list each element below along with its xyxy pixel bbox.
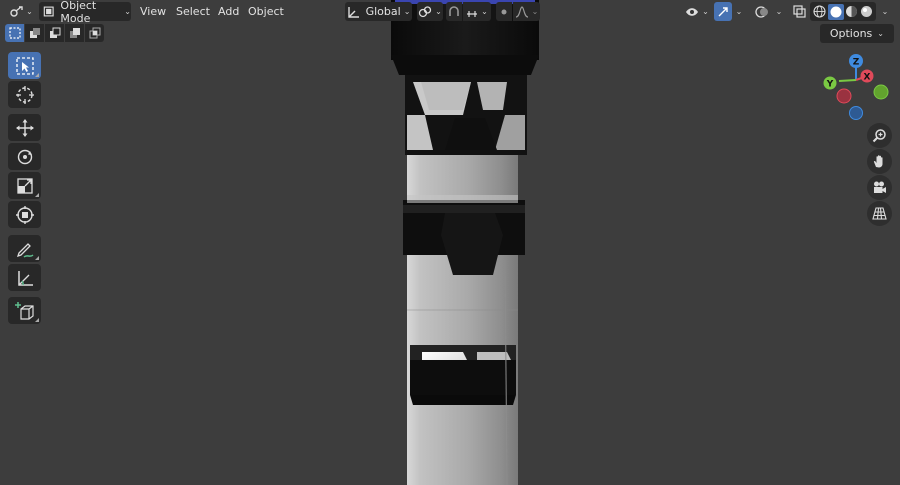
tool-move[interactable]	[8, 114, 41, 141]
select-intersect-button[interactable]	[85, 24, 104, 42]
menu-object[interactable]: Object	[248, 2, 284, 21]
gizmo-options[interactable]: ⌄	[733, 2, 745, 21]
editor-type-icon	[10, 5, 23, 17]
tool-measure[interactable]	[8, 264, 41, 291]
mode-selector[interactable]: Object Mode ⌄	[39, 0, 131, 25]
gizmo-neg-z-axis[interactable]	[849, 106, 863, 120]
camera-view-button[interactable]	[867, 175, 892, 200]
pan-button[interactable]	[867, 149, 892, 174]
proportional-editing-toggle[interactable]	[496, 2, 512, 21]
annotate-icon	[16, 242, 33, 258]
lightsaber-hilt-model[interactable]	[385, 0, 545, 485]
select-new-icon	[8, 27, 21, 39]
mode-label: Object Mode	[60, 0, 97, 25]
select-subtract-button[interactable]	[45, 24, 64, 42]
select-extend-button[interactable]	[25, 24, 44, 42]
object-mode-icon	[43, 6, 54, 17]
shading-options[interactable]: ⌄	[878, 2, 892, 21]
gizmo-neg-x-axis[interactable]	[836, 88, 852, 104]
zoom-button[interactable]	[867, 123, 892, 148]
cursor-icon	[15, 85, 34, 104]
shading-material-icon[interactable]	[845, 5, 858, 18]
measure-icon	[17, 270, 33, 286]
gizmo-icon	[718, 7, 728, 17]
editor-type-button[interactable]: ⌄	[6, 2, 36, 21]
transform-orientation-selector[interactable]: Global ⌄	[345, 2, 412, 21]
tool-transform[interactable]	[8, 201, 41, 228]
select-invert-icon	[69, 28, 80, 38]
options-label: Options	[829, 27, 873, 40]
overlay-toggle[interactable]	[752, 2, 772, 21]
tool-rotate[interactable]	[8, 143, 41, 170]
orientation-label: Global	[365, 5, 401, 18]
select-invert-button[interactable]	[65, 24, 84, 42]
visibility-selector[interactable]: ⌄	[683, 2, 711, 21]
snap-icon	[449, 5, 459, 16]
gizmo-z-label: Z	[853, 58, 860, 68]
rotate-icon	[17, 149, 32, 164]
falloff-curve-icon	[515, 5, 528, 18]
add-cube-icon	[14, 301, 34, 320]
select-new-button[interactable]	[5, 24, 24, 42]
tool-scale[interactable]	[8, 172, 41, 199]
select-subtract-icon	[49, 27, 60, 38]
camera-icon	[874, 181, 886, 193]
tool-cursor[interactable]	[8, 81, 41, 108]
menu-add[interactable]: Add	[218, 2, 239, 21]
menu-select[interactable]: Select	[176, 2, 210, 21]
shading-rendered-icon[interactable]	[860, 5, 873, 18]
gizmo-toggle[interactable]	[714, 2, 732, 21]
gizmo-x-label: X	[864, 73, 871, 83]
pivot-point-selector[interactable]: ⌄	[417, 2, 443, 21]
shading-solid-icon	[830, 6, 842, 17]
select-intersect-icon	[89, 27, 100, 39]
gizmo-neg-y-axis[interactable]	[873, 84, 889, 100]
options-dropdown[interactable]: Options ⌄	[819, 24, 894, 43]
snap-target-icon	[467, 10, 478, 17]
menu-view[interactable]: View	[140, 2, 166, 21]
overlay-options[interactable]: ⌄	[773, 2, 785, 21]
scale-icon	[16, 177, 33, 194]
xray-icon	[792, 5, 806, 18]
grid-icon	[872, 207, 887, 220]
visibility-icon	[686, 7, 699, 16]
select-extend-icon	[29, 28, 40, 38]
tool-select-box[interactable]	[8, 52, 41, 79]
shading-solid-button[interactable]	[827, 3, 844, 20]
proportional-falloff-selector[interactable]: ⌄	[513, 2, 540, 21]
move-icon	[15, 118, 34, 137]
shading-wire-icon[interactable]	[813, 5, 826, 18]
navigation-gizmo[interactable]: Z X Y	[820, 52, 892, 122]
tool-add-cube[interactable]	[8, 297, 41, 324]
perspective-toggle-button[interactable]	[867, 201, 892, 226]
transform-icon	[15, 205, 34, 224]
snap-toggle[interactable]	[446, 2, 462, 21]
selection-mode-group	[5, 24, 104, 43]
overlay-icon	[755, 5, 768, 18]
select-box-icon	[15, 56, 34, 75]
pivot-icon	[418, 5, 432, 17]
zoom-icon	[872, 129, 886, 143]
shading-mode-group	[810, 2, 876, 21]
snap-target-selector[interactable]: ⌄	[463, 2, 491, 21]
3d-viewport[interactable]: ⌄ Object Mode ⌄ View Select Add Object G…	[0, 0, 900, 485]
global-orientation-icon	[347, 6, 359, 18]
proportional-icon	[501, 9, 507, 14]
xray-toggle[interactable]	[790, 2, 808, 21]
gizmo-y-label: Y	[826, 80, 834, 90]
tool-annotate[interactable]	[8, 235, 41, 262]
hand-icon	[873, 155, 883, 168]
viewport-header: ⌄ Object Mode ⌄ View Select Add Object G…	[0, 0, 900, 25]
